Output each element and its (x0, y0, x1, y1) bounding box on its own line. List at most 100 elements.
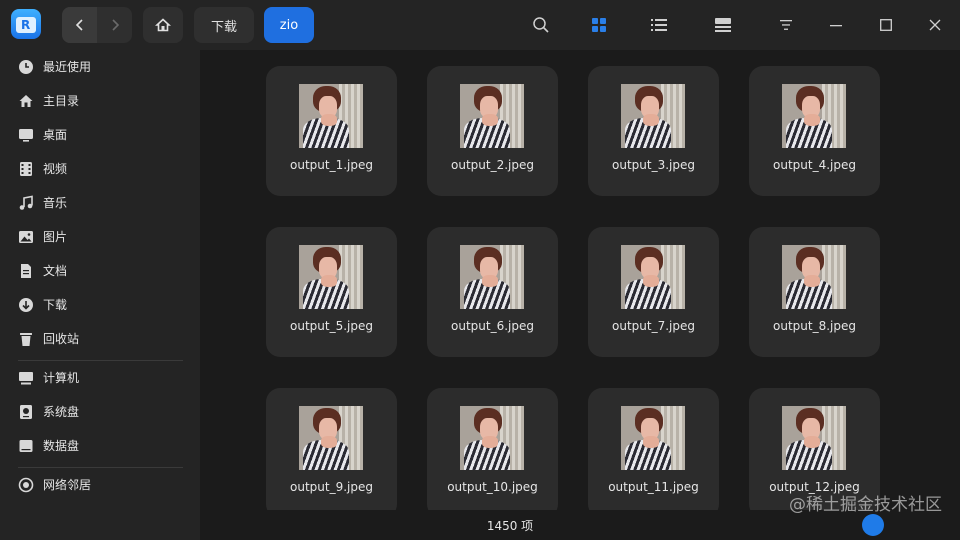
disk-icon (19, 440, 33, 452)
sidebar-item-label: 系统盘 (43, 405, 80, 419)
clock-icon (19, 60, 33, 74)
file-thumbnail (460, 84, 524, 148)
sidebar-item-label: 下载 (43, 298, 68, 312)
sidebar-item-downloads[interactable]: 下载 (0, 288, 200, 322)
sidebar-item-network[interactable]: 网络邻居 (0, 468, 200, 502)
sidebar-item-label: 音乐 (43, 196, 68, 210)
sidebar-item-documents[interactable]: 文档 (0, 254, 200, 288)
file-thumbnail (621, 245, 685, 309)
file-item[interactable]: output_6.jpeg (427, 227, 558, 357)
close-icon (929, 19, 941, 31)
file-thumbnail (782, 84, 846, 148)
file-name: output_10.jpeg (447, 480, 538, 494)
file-item[interactable]: output_10.jpeg (427, 388, 558, 510)
sidebar-item-recent[interactable]: 最近使用 (0, 50, 200, 84)
file-thumbnail (782, 406, 846, 470)
sidebar-item-label: 桌面 (43, 128, 68, 142)
sidebar-item-label: 回收站 (43, 332, 80, 346)
file-thumbnail (621, 406, 685, 470)
home-icon (155, 18, 171, 32)
menu-button[interactable] (771, 10, 801, 40)
title-bar: R 下载 zio (0, 0, 960, 50)
home-icon (19, 95, 33, 107)
file-thumbnail (782, 245, 846, 309)
video-icon (20, 162, 32, 176)
maximize-icon (880, 19, 892, 31)
download-icon (19, 298, 33, 312)
file-item[interactable]: output_11.jpeg (588, 388, 719, 510)
menu-icon (780, 20, 792, 30)
chevron-left-icon (75, 19, 83, 31)
floating-assistant-button[interactable] (862, 514, 884, 536)
list-view-button[interactable] (644, 10, 674, 40)
minimize-button[interactable] (821, 10, 851, 40)
file-item[interactable]: output_7.jpeg (588, 227, 719, 357)
sidebar-item-computer[interactable]: 计算机 (0, 361, 200, 395)
file-name: output_1.jpeg (290, 158, 373, 172)
network-icon (18, 477, 34, 493)
chevron-right-icon (111, 19, 119, 31)
sidebar-item-music[interactable]: 音乐 (0, 186, 200, 220)
search-button[interactable] (526, 10, 556, 40)
maximize-button[interactable] (871, 10, 901, 40)
home-button[interactable] (143, 7, 183, 43)
minimize-icon (830, 25, 842, 27)
sidebar-item-desktop[interactable]: 桌面 (0, 118, 200, 152)
file-manager-icon[interactable]: R (11, 9, 41, 39)
breadcrumb-download[interactable]: 下载 (194, 7, 254, 43)
grid-view-icon (592, 18, 606, 32)
sidebar-item-home[interactable]: 主目录 (0, 84, 200, 118)
sidebar-item-label: 文档 (43, 264, 68, 278)
file-item[interactable]: output_5.jpeg (266, 227, 397, 357)
close-button[interactable] (920, 10, 950, 40)
file-item[interactable]: output_2.jpeg (427, 66, 558, 196)
file-name: output_11.jpeg (608, 480, 699, 494)
grid-view-button[interactable] (584, 10, 614, 40)
sidebar-item-label: 计算机 (43, 371, 80, 385)
sidebar-item-label: 网络邻居 (43, 478, 92, 492)
detail-view-button[interactable] (708, 10, 738, 40)
file-name: output_2.jpeg (451, 158, 534, 172)
sidebar-item-label: 最近使用 (43, 60, 92, 74)
music-icon (19, 195, 33, 210)
sidebar: 最近使用 主目录 桌面 视频 音乐 图片 文档 下载 回收站 计算机 系统盘 数… (0, 50, 200, 540)
sidebar-item-video[interactable]: 视频 (0, 152, 200, 186)
sidebar-item-label: 数据盘 (43, 439, 80, 453)
file-thumbnail (621, 84, 685, 148)
nav-buttons (62, 7, 132, 43)
file-name: output_9.jpeg (290, 480, 373, 494)
file-item[interactable]: output_3.jpeg (588, 66, 719, 196)
file-thumbnail (299, 406, 363, 470)
breadcrumb-zio[interactable]: zio (264, 7, 314, 43)
watermark: @稀土掘金技术社区 (789, 495, 942, 515)
trash-icon (20, 333, 32, 346)
file-name: output_7.jpeg (612, 319, 695, 333)
file-grid: output_1.jpeg output_2.jpeg output_3.jpeg o… (200, 50, 960, 510)
sidebar-item-data-disk[interactable]: 数据盘 (0, 429, 200, 463)
sidebar-item-system-disk[interactable]: 系统盘 (0, 395, 200, 429)
sidebar-item-label: 视频 (43, 162, 68, 176)
computer-icon (19, 372, 33, 385)
file-item[interactable]: output_4.jpeg (749, 66, 880, 196)
image-icon (19, 231, 33, 243)
file-thumbnail (460, 406, 524, 470)
sidebar-item-trash[interactable]: 回收站 (0, 322, 200, 356)
file-name: output_4.jpeg (773, 158, 856, 172)
detail-view-icon (715, 18, 731, 32)
file-thumbnail (299, 245, 363, 309)
sidebar-item-label: 主目录 (43, 94, 80, 108)
document-icon (21, 264, 31, 278)
search-icon (533, 17, 549, 33)
back-button[interactable] (62, 7, 97, 43)
file-item[interactable]: output_8.jpeg (749, 227, 880, 357)
sidebar-item-pictures[interactable]: 图片 (0, 220, 200, 254)
file-name: output_5.jpeg (290, 319, 373, 333)
list-view-icon (651, 19, 667, 31)
file-item[interactable]: output_1.jpeg (266, 66, 397, 196)
forward-button[interactable] (97, 7, 132, 43)
file-item[interactable]: output_9.jpeg (266, 388, 397, 510)
disk-icon (20, 405, 32, 419)
file-name: output_8.jpeg (773, 319, 856, 333)
sidebar-item-label: 图片 (43, 230, 68, 244)
file-name: output_3.jpeg (612, 158, 695, 172)
